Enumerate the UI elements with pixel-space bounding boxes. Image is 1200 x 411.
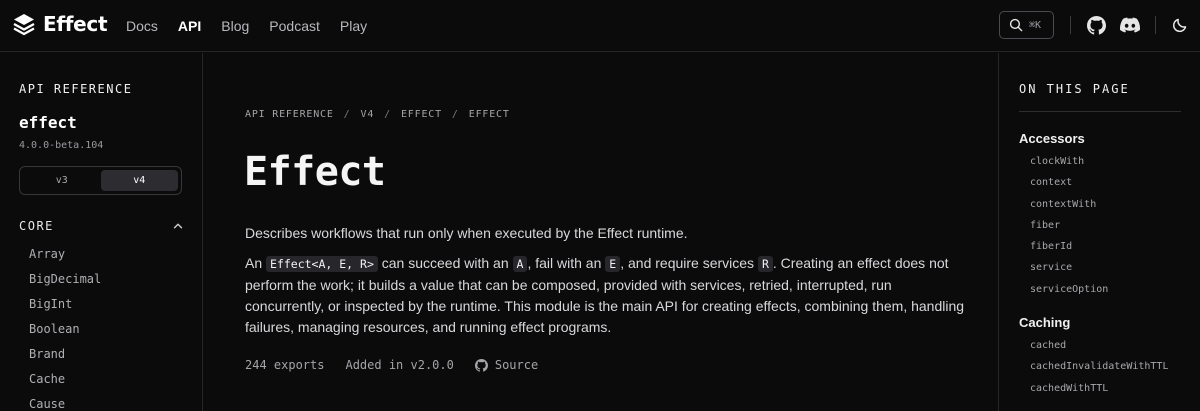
- toc-group-accessors[interactable]: Accessors: [1019, 131, 1085, 146]
- breadcrumb-item[interactable]: V4: [361, 109, 375, 120]
- sidebar-item-array[interactable]: Array: [29, 246, 101, 271]
- toc-item[interactable]: fiber: [1030, 219, 1108, 240]
- inline-code: E: [605, 256, 621, 272]
- toc-item[interactable]: cached: [1030, 339, 1168, 360]
- module-description: Describes workflows that run only when e…: [245, 225, 688, 241]
- toc-group-caching[interactable]: Caching: [1019, 315, 1070, 330]
- package-version: 4.0.0-beta.104: [19, 140, 104, 151]
- nav-play[interactable]: Play: [340, 18, 367, 34]
- top-navbar: Effect Docs API Blog Podcast Play ⌘K: [0, 0, 1200, 52]
- overview-text: An: [245, 255, 267, 271]
- nav-blog[interactable]: Blog: [221, 18, 249, 34]
- sidebar-item-cause[interactable]: Cause: [29, 396, 101, 411]
- header-divider: [1070, 16, 1071, 34]
- module-overview: An Effect<A, E, R> can succeed with an A…: [245, 253, 965, 338]
- github-link[interactable]: [1086, 15, 1106, 35]
- sidebar-item-bigdecimal[interactable]: BigDecimal: [29, 271, 101, 296]
- github-icon: [474, 358, 488, 372]
- nav-api[interactable]: API: [178, 18, 201, 34]
- breadcrumb-item[interactable]: API REFERENCE: [245, 109, 334, 120]
- section-toggle-core[interactable]: CORE: [19, 219, 183, 233]
- overview-text: can succeed with an: [377, 255, 513, 271]
- breadcrumb-separator: /: [384, 109, 391, 120]
- version-switch: v3 v4: [19, 166, 182, 195]
- nav-docs[interactable]: Docs: [126, 18, 158, 34]
- module-list: Array BigDecimal BigInt Boolean Brand Ca…: [29, 246, 101, 411]
- header-divider: [1155, 16, 1156, 34]
- exports-count: 244 exports: [245, 358, 325, 372]
- breadcrumb: API REFERENCE / V4 / EFFECT / EFFECT: [245, 109, 510, 120]
- chevron-up-icon: [173, 223, 183, 229]
- sidebar-item-boolean[interactable]: Boolean: [29, 321, 101, 346]
- toc-list-caching: cached cachedInvalidateWithTTL cachedWit…: [1030, 339, 1168, 403]
- inline-code: Effect<A, E, R>: [266, 256, 378, 272]
- toc-divider: [1019, 111, 1181, 112]
- page-title: Effect: [244, 149, 386, 195]
- module-meta: 244 exports Added in v2.0.0 Source: [245, 358, 538, 372]
- nav-podcast[interactable]: Podcast: [269, 18, 320, 34]
- search-shortcut: ⌘K: [1029, 19, 1042, 31]
- section-title: CORE: [19, 219, 54, 233]
- search-icon: [1009, 18, 1023, 32]
- sidebar-heading: API REFERENCE: [19, 82, 133, 96]
- toc-item[interactable]: fiberId: [1030, 240, 1108, 261]
- toc-item[interactable]: contextWith: [1030, 198, 1108, 219]
- sidebar-item-brand[interactable]: Brand: [29, 346, 101, 371]
- github-icon: [1086, 15, 1106, 35]
- toc-item[interactable]: context: [1030, 176, 1108, 197]
- main-nav: Docs API Blog Podcast Play: [126, 0, 387, 52]
- source-label: Source: [494, 358, 539, 372]
- breadcrumb-separator: /: [451, 109, 459, 120]
- overview-text: , and require services: [620, 255, 758, 271]
- api-sidebar: API REFERENCE effect 4.0.0-beta.104 v3 v…: [0, 53, 203, 411]
- added-version: Added in v2.0.0: [345, 358, 454, 372]
- brand-name: Effect: [43, 12, 108, 36]
- toc-item[interactable]: cachedWithTTL: [1030, 382, 1168, 403]
- effect-logo[interactable]: Effect: [12, 12, 108, 36]
- inline-code: A: [512, 256, 528, 272]
- overview-text: , fail with an: [527, 255, 606, 271]
- toc-item[interactable]: service: [1030, 261, 1108, 282]
- toc-item[interactable]: serviceOption: [1030, 283, 1108, 304]
- breadcrumb-item[interactable]: EFFECT: [401, 109, 442, 120]
- toc-heading: ON THIS PAGE: [1019, 82, 1130, 96]
- search-button[interactable]: ⌘K: [999, 11, 1054, 39]
- package-name: effect: [19, 113, 77, 132]
- moon-icon: [1172, 18, 1187, 33]
- breadcrumb-separator: /: [343, 109, 351, 120]
- main-content: API REFERENCE / V4 / EFFECT / EFFECT Eff…: [204, 53, 997, 411]
- discord-link[interactable]: [1120, 15, 1140, 35]
- toc-item[interactable]: cachedInvalidateWithTTL: [1030, 360, 1168, 381]
- breadcrumb-item: EFFECT: [468, 109, 510, 120]
- sidebar-item-bigint[interactable]: BigInt: [29, 296, 101, 321]
- sidebar-item-cache[interactable]: Cache: [29, 371, 101, 396]
- version-option-v3[interactable]: v3: [23, 170, 101, 191]
- toc-item[interactable]: clockWith: [1030, 155, 1108, 176]
- inline-code: R: [757, 256, 773, 272]
- version-option-v4[interactable]: v4: [100, 170, 178, 191]
- table-of-contents: ON THIS PAGE Accessors clockWith context…: [998, 53, 1200, 411]
- source-link[interactable]: Source: [474, 358, 539, 372]
- discord-icon: [1120, 17, 1140, 33]
- toc-list-accessors: clockWith context contextWith fiber fibe…: [1030, 155, 1108, 304]
- effect-logo-icon: [13, 14, 35, 36]
- theme-toggle-button[interactable]: [1170, 15, 1190, 35]
